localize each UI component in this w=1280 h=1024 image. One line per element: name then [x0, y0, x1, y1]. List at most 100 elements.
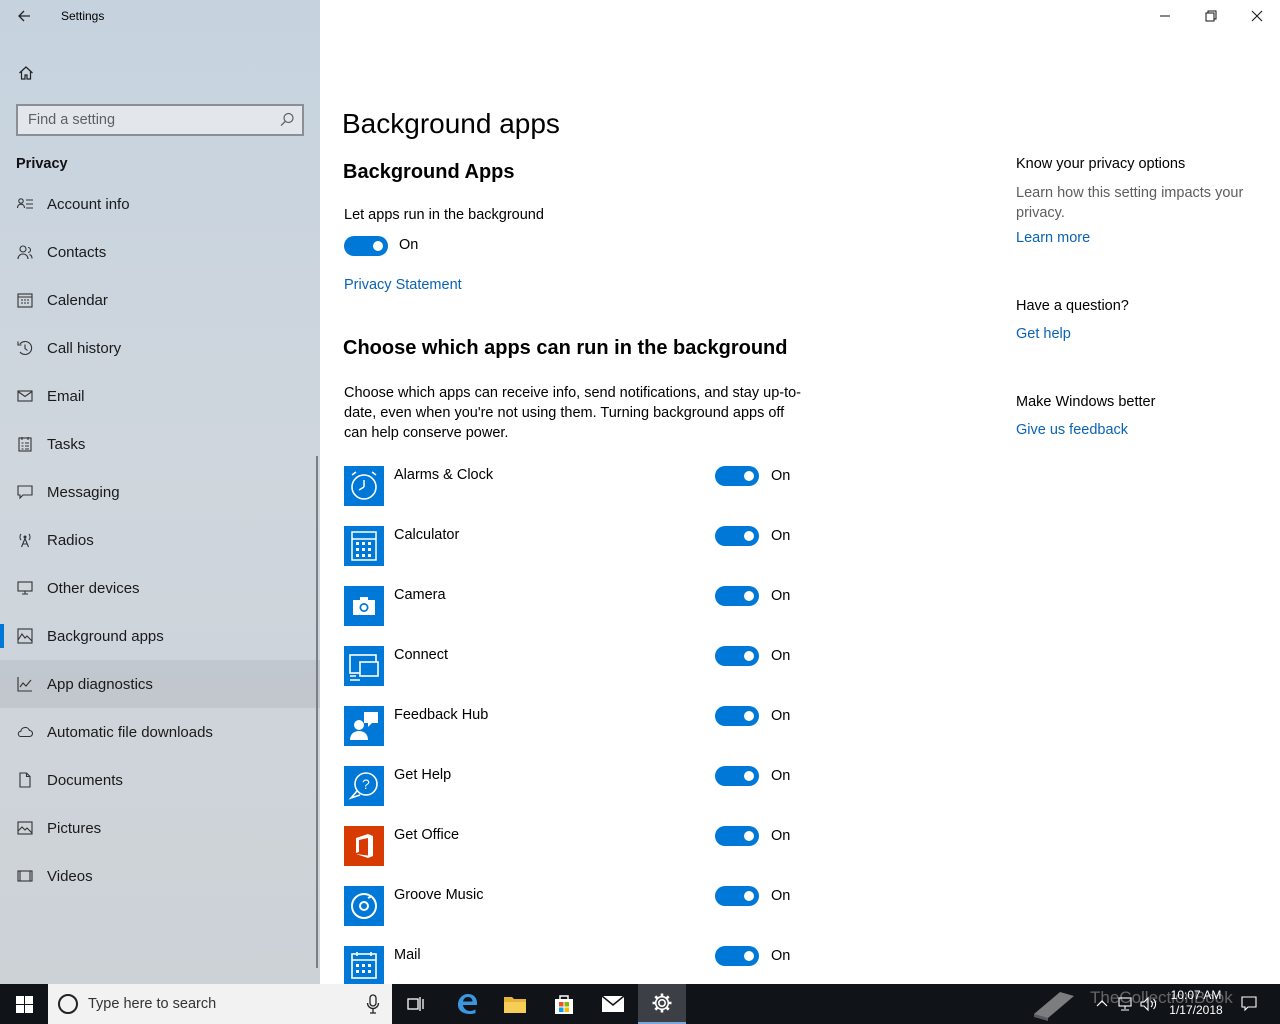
app-row-feedback-hub: Feedback Hub On: [344, 700, 804, 760]
sidebar-item-call-history[interactable]: Call history: [0, 324, 320, 372]
minimize-icon: [1160, 15, 1170, 17]
choose-apps-description: Choose which apps can receive info, send…: [344, 385, 802, 441]
sidebar-nav: Account info Contacts Calendar Call hist…: [0, 180, 320, 900]
other-devices-icon: [16, 579, 34, 597]
mail-app-button[interactable]: [589, 984, 637, 1024]
section-heading-background-apps: Background Apps: [343, 161, 515, 183]
call-history-icon: [16, 339, 34, 357]
search-input[interactable]: [18, 106, 268, 134]
store-icon: [555, 995, 573, 1014]
master-toggle-state: On: [399, 237, 419, 253]
store-button[interactable]: [540, 984, 588, 1024]
app-toggle[interactable]: [715, 706, 759, 726]
sidebar-item-background-apps[interactable]: Background apps: [0, 612, 320, 660]
app-toggle-state: On: [771, 588, 791, 604]
app-row-get-office: Get Office On: [344, 820, 804, 880]
sidebar-item-email[interactable]: Email: [0, 372, 320, 420]
documents-icon: [16, 771, 34, 789]
groove-music-icon: [344, 886, 384, 926]
sidebar-item-documents[interactable]: Documents: [0, 756, 320, 804]
sidebar-item-label: Documents: [47, 771, 123, 789]
back-arrow-icon: [18, 10, 30, 22]
app-toggle-state: On: [771, 828, 791, 844]
sidebar-item-account-info[interactable]: Account info: [0, 180, 320, 228]
sidebar-item-label: Contacts: [47, 243, 107, 261]
sidebar-item-label: Call history: [47, 339, 122, 357]
calculator-icon: [344, 526, 384, 566]
app-diagnostics-icon: [16, 675, 34, 693]
page-title: Background apps: [342, 108, 560, 139]
sidebar-item-pictures[interactable]: Pictures: [0, 804, 320, 852]
sidebar: Settings Privacy Account info Contacts C…: [0, 0, 320, 984]
app-toggle[interactable]: [715, 826, 759, 846]
minimize-button[interactable]: [1142, 0, 1188, 32]
contacts-icon: [16, 243, 34, 261]
mail-envelope-icon: [601, 995, 625, 1012]
sidebar-item-label: Account info: [47, 195, 130, 213]
close-button[interactable]: [1234, 0, 1280, 32]
sidebar-item-tasks[interactable]: Tasks: [0, 420, 320, 468]
restore-button[interactable]: [1188, 0, 1234, 32]
cloud-icon: [16, 723, 34, 741]
messaging-icon: [16, 483, 34, 501]
learn-more-link[interactable]: Learn more: [1016, 230, 1090, 246]
sidebar-item-label: Videos: [47, 867, 93, 885]
edge-button[interactable]: [443, 984, 491, 1024]
sidebar-item-automatic-file-downloads[interactable]: Automatic file downloads: [0, 708, 320, 756]
sidebar-item-messaging[interactable]: Messaging: [0, 468, 320, 516]
task-view-button[interactable]: [392, 984, 440, 1024]
home-button[interactable]: [8, 56, 44, 90]
sidebar-item-app-diagnostics[interactable]: App diagnostics: [0, 660, 320, 708]
edge-icon: [458, 994, 477, 1014]
sidebar-item-videos[interactable]: Videos: [0, 852, 320, 900]
taskbar-clock[interactable]: 10:07 AM 1/17/2018: [1162, 988, 1230, 1018]
sidebar-item-contacts[interactable]: Contacts: [0, 228, 320, 276]
title-bar: Settings: [0, 0, 320, 32]
file-explorer-button[interactable]: [491, 984, 539, 1024]
office-icon: [344, 826, 384, 866]
section-heading-choose-apps: Choose which apps can run in the backgro…: [343, 337, 788, 359]
windows-logo-icon: [15, 995, 33, 1013]
app-toggle-state: On: [771, 648, 791, 664]
app-toggle[interactable]: [715, 766, 759, 786]
sidebar-item-calendar[interactable]: Calendar: [0, 276, 320, 324]
search-icon[interactable]: [278, 111, 296, 129]
app-list: Alarms & Clock On Calculator On Camera O…: [344, 460, 804, 1000]
sidebar-scrollbar[interactable]: [316, 456, 318, 968]
sidebar-item-label: Automatic file downloads: [47, 723, 213, 741]
search-box[interactable]: [16, 104, 304, 136]
master-toggle-label: Let apps run in the background: [344, 207, 544, 223]
watermark-book-icon: [1034, 992, 1074, 1021]
master-background-toggle[interactable]: [344, 236, 388, 256]
settings-app-button[interactable]: [638, 984, 686, 1024]
start-button[interactable]: [0, 984, 48, 1024]
app-toggle[interactable]: [715, 646, 759, 666]
chevron-up-icon[interactable]: [1096, 998, 1108, 1010]
app-toggle[interactable]: [715, 526, 759, 546]
mail-icon: [344, 946, 384, 986]
get-help-link[interactable]: Get help: [1016, 326, 1071, 342]
sidebar-item-label: Pictures: [47, 819, 102, 837]
clock-time: 10:07 AM: [1170, 988, 1222, 1002]
taskbar-search-box[interactable]: Type here to search: [48, 984, 392, 1024]
camera-icon: [344, 586, 384, 626]
volume-icon[interactable]: [1140, 996, 1158, 1012]
privacy-statement-link[interactable]: Privacy Statement: [344, 277, 462, 293]
give-feedback-link[interactable]: Give us feedback: [1016, 422, 1128, 438]
sidebar-item-label: Messaging: [47, 483, 120, 501]
microphone-icon[interactable]: [366, 994, 380, 1014]
privacy-options-text: Learn how this setting impacts your priv…: [1016, 185, 1244, 221]
action-center-icon[interactable]: [1240, 995, 1258, 1013]
sidebar-item-label: App diagnostics: [47, 675, 153, 693]
sidebar-item-other-devices[interactable]: Other devices: [0, 564, 320, 612]
app-toggle-state: On: [771, 528, 791, 544]
app-toggle[interactable]: [715, 946, 759, 966]
sidebar-item-radios[interactable]: Radios: [0, 516, 320, 564]
app-toggle[interactable]: [715, 586, 759, 606]
network-icon[interactable]: [1117, 996, 1133, 1012]
back-button[interactable]: [8, 2, 40, 30]
app-toggle[interactable]: [715, 466, 759, 486]
gear-icon: [652, 993, 672, 1013]
app-toggle[interactable]: [715, 886, 759, 906]
app-toggle-state: On: [771, 948, 791, 964]
